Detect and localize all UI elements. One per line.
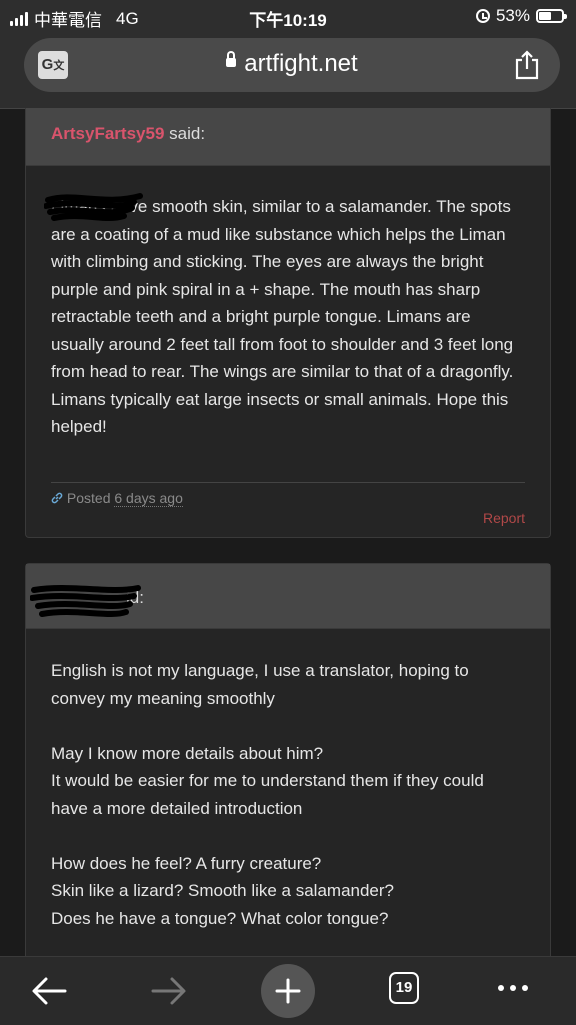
comment-text: How does he feel? A furry creature? Skin…: [51, 853, 395, 928]
comment-text: May I know more details about him? It wo…: [51, 743, 484, 818]
more-dots-icon[interactable]: [498, 985, 528, 991]
comment-header: ArtsyFartsy59 said:: [26, 108, 550, 166]
comment-header: id:: [26, 564, 550, 629]
comment-card: id: English is not my language, I use a …: [25, 563, 551, 983]
comment-body: English is not my language, I use a tran…: [26, 629, 550, 932]
lock-icon: [226, 51, 237, 68]
browser-chrome: G文 artfight.net: [0, 32, 576, 109]
comment-card: ArtsyFartsy59 said: Limans have smooth s…: [25, 108, 551, 538]
alarm-icon: [475, 9, 490, 23]
tab-count: 19: [395, 979, 413, 996]
redaction-scribble: [44, 193, 143, 221]
link-icon: [51, 492, 63, 504]
share-icon[interactable]: [514, 50, 540, 80]
comment-text: English is not my language, I use a tran…: [51, 661, 469, 708]
back-arrow-icon[interactable]: [30, 975, 68, 1007]
comment-body: Limans have smooth skin, similar to a sa…: [26, 166, 550, 441]
tabs-button[interactable]: 19: [389, 972, 419, 1004]
comment-text: Limans have smooth skin, similar to a sa…: [51, 197, 514, 436]
comment-author[interactable]: ArtsyFartsy59: [51, 124, 164, 143]
said-label: said:: [169, 124, 206, 143]
battery-icon: [536, 9, 567, 23]
address-bar[interactable]: G文 artfight.net: [24, 38, 560, 92]
report-link[interactable]: Report: [483, 510, 525, 526]
status-bar: 中華電信 4G 下午10:19 53%: [0, 0, 576, 32]
forward-arrow-icon[interactable]: [150, 975, 188, 1007]
browser-toolbar: 19: [0, 956, 576, 1025]
comment-divider: [51, 482, 525, 483]
plus-icon: [275, 978, 301, 1004]
url-text[interactable]: artfight.net: [244, 50, 357, 77]
redaction-scribble: [30, 585, 141, 617]
post-meta: Posted 6 days ago: [51, 490, 183, 507]
battery-percent: 53%: [495, 6, 530, 25]
new-tab-button[interactable]: [261, 964, 315, 1018]
posted-label: Posted: [66, 490, 111, 506]
posted-time[interactable]: 6 days ago: [114, 490, 183, 507]
